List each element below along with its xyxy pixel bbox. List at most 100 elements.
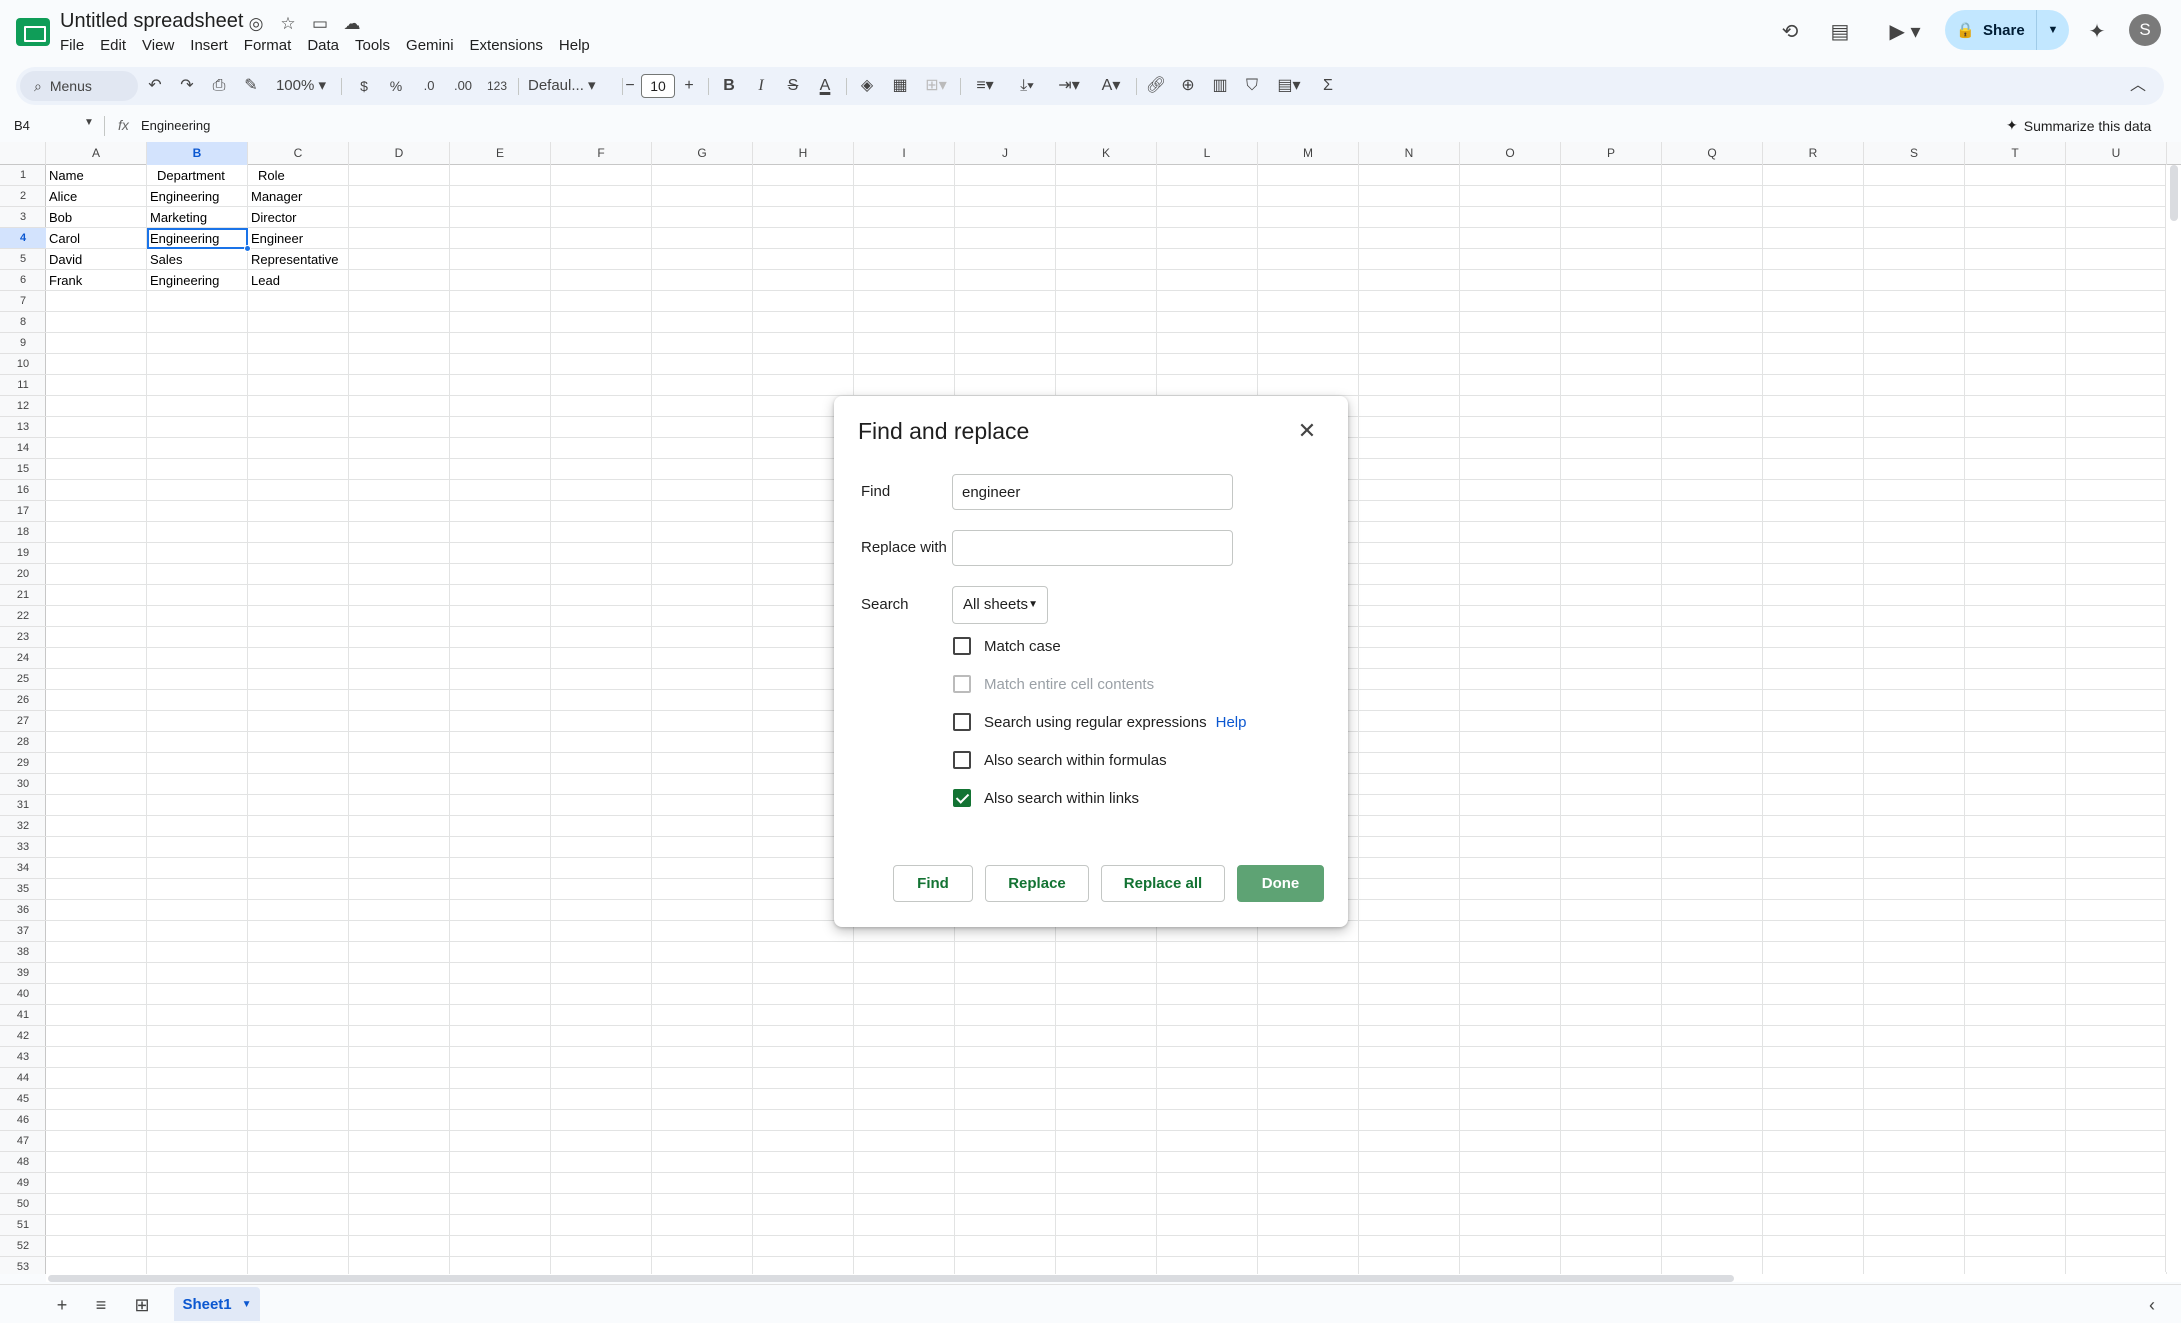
row-header-39[interactable]: 39 <box>0 963 46 984</box>
row-header-34[interactable]: 34 <box>0 858 46 879</box>
column-header-f[interactable]: F <box>551 142 652 165</box>
cell-c6[interactable]: Lead <box>248 270 349 291</box>
insert-link-icon[interactable]: 🔗︎ <box>1142 67 1170 105</box>
checkbox[interactable] <box>953 713 971 731</box>
text-color-icon[interactable]: A <box>812 67 838 105</box>
column-header-u[interactable]: U <box>2066 142 2167 165</box>
fill-color-icon[interactable]: ◈ <box>854 67 880 105</box>
bold-icon[interactable]: B <box>716 67 742 105</box>
row-header-53[interactable]: 53 <box>0 1257 46 1274</box>
cell-b2[interactable]: Engineering <box>147 186 248 207</box>
option-also-search-within-links[interactable]: Also search within links <box>953 787 1139 809</box>
menu-view[interactable]: View <box>134 35 182 57</box>
row-header-37[interactable]: 37 <box>0 921 46 942</box>
help-link[interactable]: Help <box>1216 714 1247 731</box>
cell-a1[interactable]: Name <box>46 165 147 186</box>
done-button[interactable]: Done <box>1237 865 1324 902</box>
cell-a2[interactable]: Alice <box>46 186 147 207</box>
row-header-27[interactable]: 27 <box>0 711 46 732</box>
redo-icon[interactable]: ↷ <box>173 67 201 105</box>
strikethrough-icon[interactable]: S <box>780 67 806 105</box>
gemini-sparkle-icon[interactable]: ✦ <box>2082 17 2112 47</box>
font-family-select[interactable]: Defaul... ▾ <box>528 67 618 105</box>
replace-all-button[interactable]: Replace all <box>1101 865 1225 902</box>
cell-c5[interactable]: Representative <box>248 249 349 270</box>
borders-icon[interactable]: ▦ <box>887 67 913 105</box>
row-header-7[interactable]: 7 <box>0 291 46 312</box>
meet-video-icon[interactable]: ▶ ▾ <box>1880 17 1930 47</box>
menu-extensions[interactable]: Extensions <box>462 35 551 57</box>
row-header-5[interactable]: 5 <box>0 249 46 270</box>
row-header-41[interactable]: 41 <box>0 1005 46 1026</box>
row-header-17[interactable]: 17 <box>0 501 46 522</box>
checkbox[interactable] <box>953 751 971 769</box>
cell-a6[interactable]: Frank <box>46 270 147 291</box>
find-button[interactable]: Find <box>893 865 973 902</box>
vertical-align-icon[interactable]: ⤓▾ <box>1010 67 1044 105</box>
row-header-40[interactable]: 40 <box>0 984 46 1005</box>
undo-icon[interactable]: ↶ <box>141 67 169 105</box>
font-size-decrease-icon[interactable]: − <box>619 67 641 105</box>
menu-edit[interactable]: Edit <box>92 35 134 57</box>
row-header-2[interactable]: 2 <box>0 186 46 207</box>
horizontal-align-icon[interactable]: ≡▾ <box>968 67 1002 105</box>
row-header-11[interactable]: 11 <box>0 375 46 396</box>
row-header-31[interactable]: 31 <box>0 795 46 816</box>
row-header-46[interactable]: 46 <box>0 1110 46 1131</box>
move-badge-icon[interactable]: ◎ <box>245 13 267 35</box>
cell-a5[interactable]: David <box>46 249 147 270</box>
cell-b4[interactable]: Engineering <box>147 228 248 249</box>
filter-icon[interactable]: ⛉ <box>1238 67 1266 105</box>
paint-format-icon[interactable]: ✎ <box>237 67 265 105</box>
horizontal-scrollbar[interactable] <box>46 1274 2181 1282</box>
move-folder-icon[interactable]: ▭ <box>309 13 331 35</box>
cell-b5[interactable]: Sales <box>147 249 248 270</box>
column-header-g[interactable]: G <box>652 142 753 165</box>
print-icon[interactable]: ⎙ <box>205 67 233 105</box>
column-header-s[interactable]: S <box>1864 142 1965 165</box>
row-header-38[interactable]: 38 <box>0 942 46 963</box>
share-main-button[interactable]: 🔒 Share <box>1945 10 2037 50</box>
row-header-18[interactable]: 18 <box>0 522 46 543</box>
vertical-scrollbar-thumb[interactable] <box>2170 165 2178 221</box>
column-header-i[interactable]: I <box>854 142 955 165</box>
italic-icon[interactable]: I <box>748 67 774 105</box>
select-all-corner[interactable] <box>0 142 46 165</box>
percent-format-button[interactable]: % <box>384 67 408 105</box>
font-size-input[interactable]: 10 <box>641 74 675 98</box>
font-size-increase-icon[interactable]: + <box>678 67 700 105</box>
row-header-4[interactable]: 4 <box>0 228 46 249</box>
row-header-13[interactable]: 13 <box>0 417 46 438</box>
name-box[interactable]: B4 <box>14 118 30 133</box>
column-header-o[interactable]: O <box>1460 142 1561 165</box>
checkbox[interactable] <box>953 637 971 655</box>
vertical-scrollbar[interactable] <box>2165 165 2181 1272</box>
row-header-3[interactable]: 3 <box>0 207 46 228</box>
column-header-e[interactable]: E <box>450 142 551 165</box>
cell-b1[interactable]: Department <box>147 165 248 186</box>
document-title[interactable]: Untitled spreadsheet <box>60 10 243 33</box>
collapse-toolbar-chevron-icon[interactable]: ︿ <box>2124 67 2152 105</box>
column-header-k[interactable]: K <box>1056 142 1157 165</box>
comments-icon[interactable]: ▤ <box>1825 17 1855 47</box>
column-header-m[interactable]: M <box>1258 142 1359 165</box>
row-header-26[interactable]: 26 <box>0 690 46 711</box>
all-sheets-icon[interactable]: ≡ <box>89 1293 113 1317</box>
cell-c2[interactable]: Manager <box>248 186 349 207</box>
text-wrapping-icon[interactable]: ⇥▾ <box>1052 67 1086 105</box>
column-header-a[interactable]: A <box>46 142 147 165</box>
row-header-43[interactable]: 43 <box>0 1047 46 1068</box>
replace-button[interactable]: Replace <box>985 865 1089 902</box>
column-header-q[interactable]: Q <box>1662 142 1763 165</box>
sheets-logo-icon[interactable] <box>16 18 50 46</box>
column-header-j[interactable]: J <box>955 142 1056 165</box>
row-header-25[interactable]: 25 <box>0 669 46 690</box>
row-header-24[interactable]: 24 <box>0 648 46 669</box>
menu-data[interactable]: Data <box>299 35 347 57</box>
filter-views-icon[interactable]: ▤▾ <box>1270 67 1308 105</box>
menu-file[interactable]: File <box>52 35 92 57</box>
row-header-42[interactable]: 42 <box>0 1026 46 1047</box>
add-sheet-icon[interactable]: + <box>50 1293 74 1317</box>
formula-input[interactable]: Engineering <box>141 118 210 133</box>
cell-a4[interactable]: Carol <box>46 228 147 249</box>
